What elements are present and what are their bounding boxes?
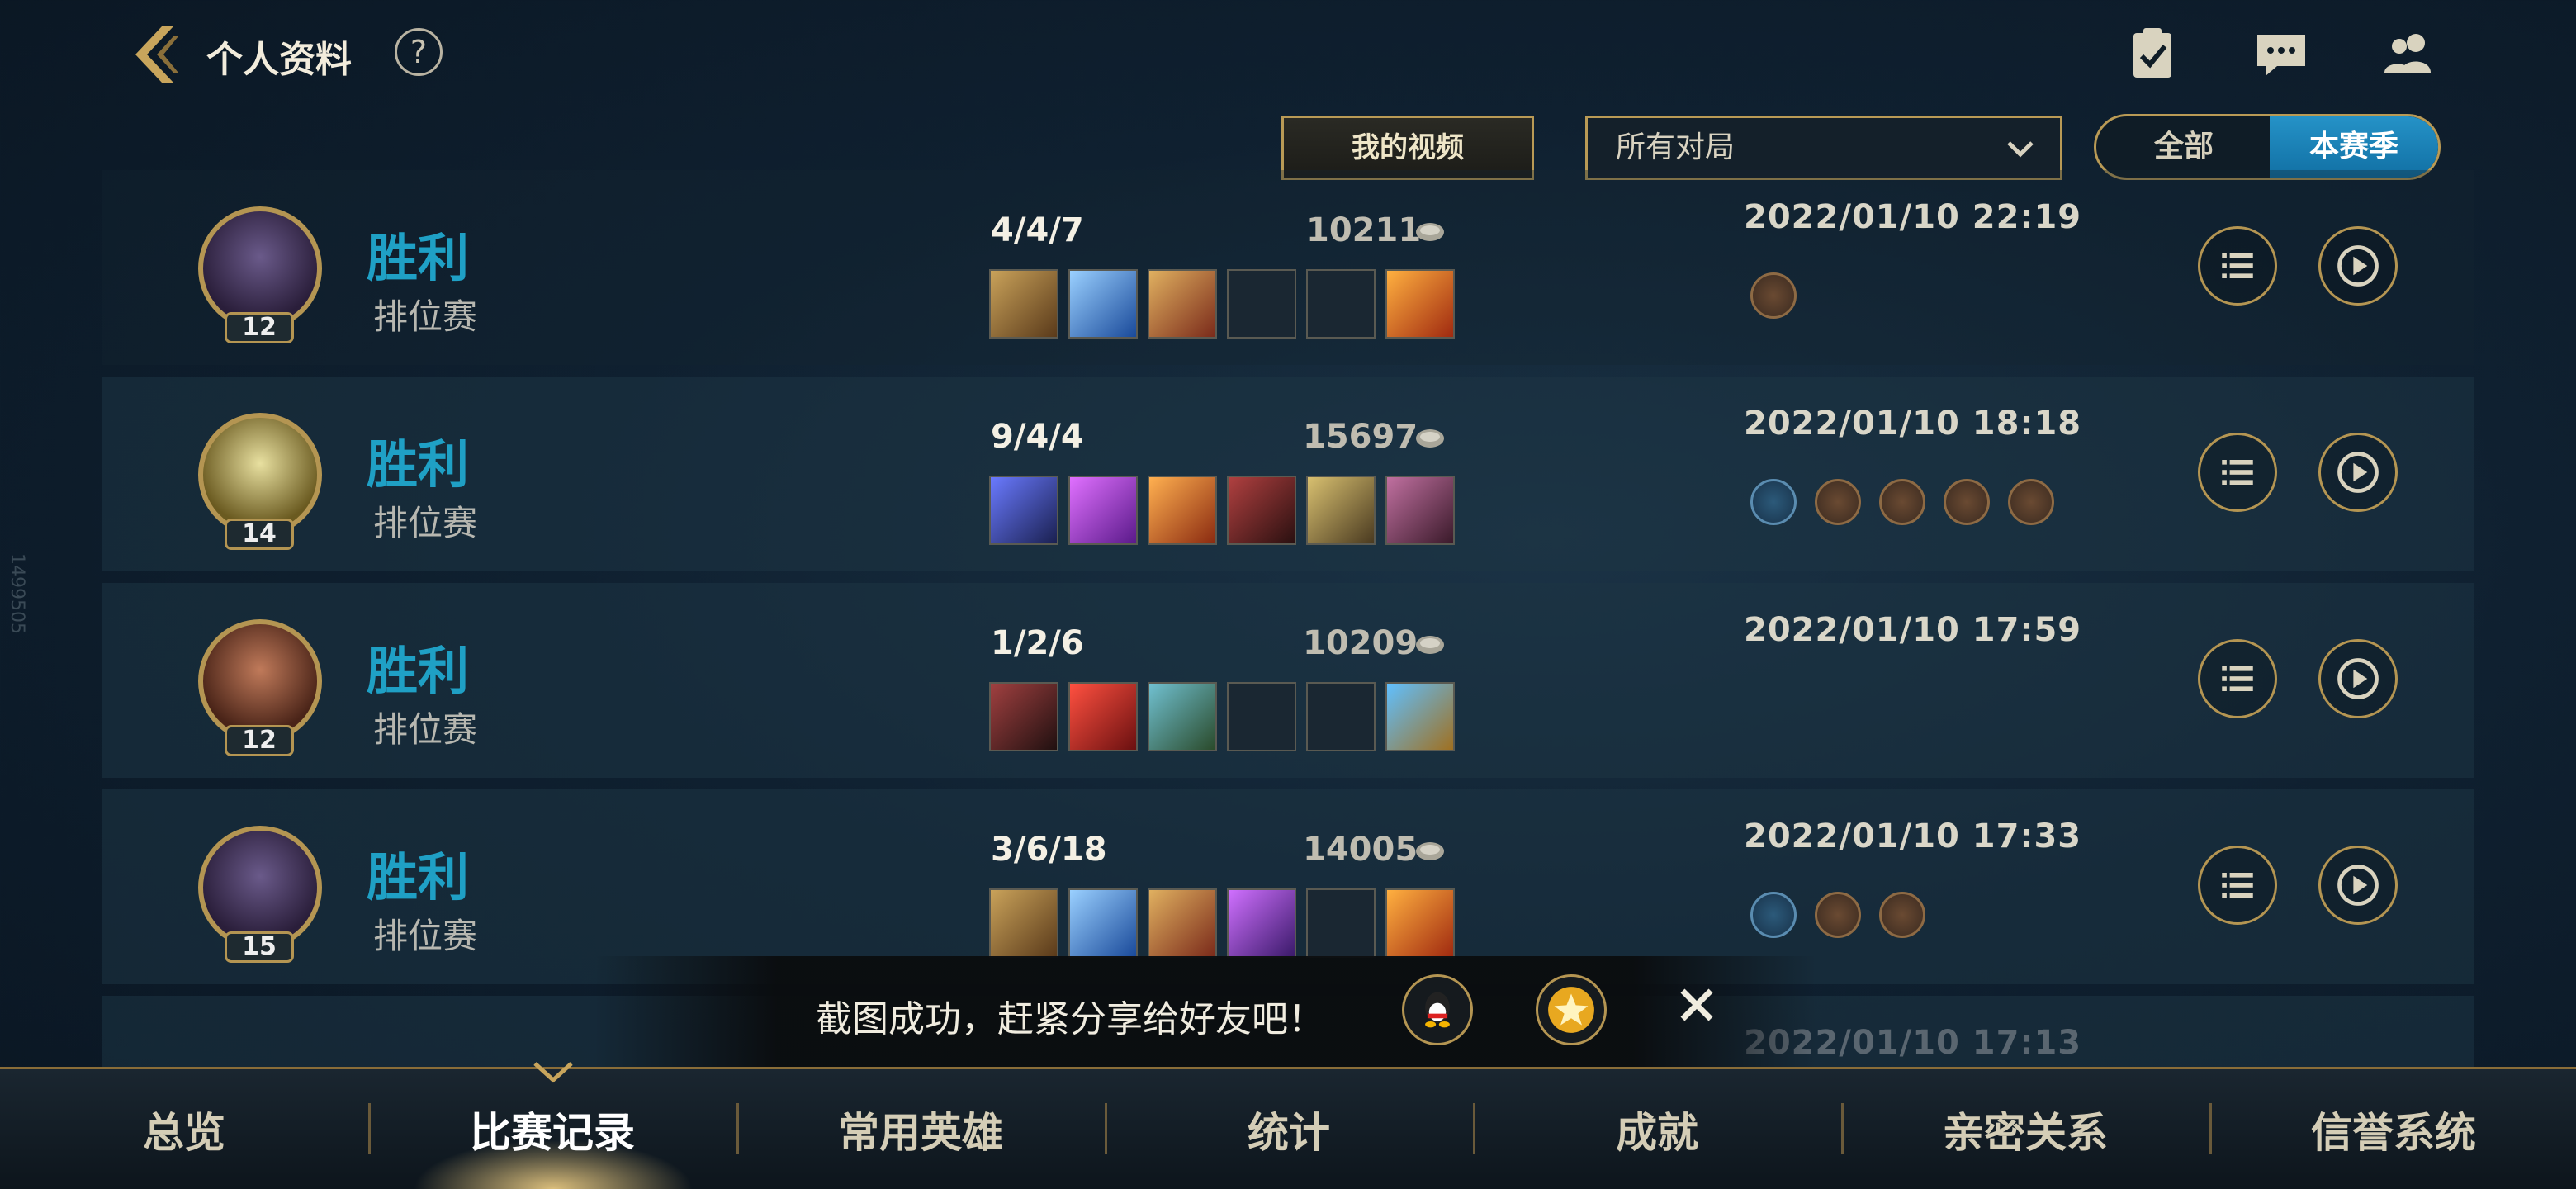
qzone-share-icon[interactable] xyxy=(1536,974,1607,1045)
kda: 9/4/4 xyxy=(991,418,1084,456)
item-slot[interactable] xyxy=(989,682,1058,751)
item-slot[interactable] xyxy=(1068,269,1138,339)
item-slot-empty xyxy=(1306,888,1376,958)
hero-level: 14 xyxy=(225,519,294,550)
item-slot[interactable] xyxy=(1148,476,1217,545)
item-slot[interactable] xyxy=(1306,476,1376,545)
item-slot[interactable] xyxy=(989,269,1058,339)
match-details-button[interactable] xyxy=(2198,639,2277,718)
chevron-down-icon xyxy=(2007,141,2034,158)
gold-coin-icon xyxy=(1416,636,1444,654)
match-mode: 排位赛 xyxy=(373,916,478,956)
match-details-button[interactable] xyxy=(2198,846,2277,925)
page-title: 个人资料 xyxy=(206,39,352,81)
hero-level: 15 xyxy=(225,931,294,963)
gold-amount: 14005 xyxy=(1303,831,1418,869)
item-slot[interactable] xyxy=(1148,269,1217,339)
match-date: 2022/01/10 17:59 xyxy=(1744,611,2082,649)
item-slot[interactable] xyxy=(989,476,1058,545)
gold-coin-icon xyxy=(1416,223,1444,241)
match-date: 2022/01/10 18:18 xyxy=(1744,405,2082,443)
item-slot[interactable] xyxy=(1227,476,1296,545)
trinket-slot[interactable] xyxy=(1385,682,1455,751)
back-arrow-icon[interactable] xyxy=(124,21,190,88)
replay-button[interactable] xyxy=(2318,846,2398,925)
item-slot[interactable] xyxy=(1148,682,1217,751)
kda: 3/6/18 xyxy=(991,831,1107,869)
match-result: 胜利 xyxy=(367,641,470,701)
achievement-badge-icon[interactable] xyxy=(1815,892,1861,938)
gold-coin-icon xyxy=(1416,429,1444,448)
trinket-slot[interactable] xyxy=(1385,888,1455,958)
match-mode: 排位赛 xyxy=(373,709,478,750)
side-watermark: 1499505 xyxy=(7,553,27,634)
task-checklist-icon[interactable] xyxy=(2124,25,2181,83)
dropdown-value: 所有对局 xyxy=(1616,130,1735,164)
item-slot-empty xyxy=(1227,269,1296,339)
item-slot[interactable] xyxy=(1068,476,1138,545)
item-slot[interactable] xyxy=(1148,888,1217,958)
kda: 4/4/7 xyxy=(991,211,1084,249)
achievement-badge-icon[interactable] xyxy=(1879,892,1925,938)
gold-amount: 10209 xyxy=(1303,624,1418,662)
tab-achievements[interactable]: 成就 xyxy=(1473,1067,1841,1189)
item-slot-empty xyxy=(1227,682,1296,751)
tab-credit-system[interactable]: 信誉系统 xyxy=(2209,1067,2576,1189)
qq-share-icon[interactable] xyxy=(1402,974,1473,1045)
mvp-badge-icon[interactable] xyxy=(1750,892,1797,938)
triple-kill-badge-icon[interactable] xyxy=(1750,479,1797,525)
toggle-all[interactable]: 全部 xyxy=(2096,116,2271,178)
item-slot[interactable] xyxy=(1068,682,1138,751)
gold-amount: 15697 xyxy=(1303,418,1418,456)
help-icon[interactable]: ? xyxy=(395,28,443,76)
toast-message: 截图成功，赶紧分享给好友吧！ xyxy=(816,998,1324,1040)
tab-common-heroes[interactable]: 常用英雄 xyxy=(736,1067,1105,1189)
tab-relationships[interactable]: 亲密关系 xyxy=(1841,1067,2209,1189)
gold-coin-icon xyxy=(1416,842,1444,860)
match-result: 胜利 xyxy=(367,847,470,907)
achievement-badge-icon[interactable] xyxy=(2008,479,2054,525)
achievement-badge-icon[interactable] xyxy=(1879,479,1925,525)
match-date: 2022/01/10 17:33 xyxy=(1744,817,2082,855)
trinket-slot[interactable] xyxy=(1385,269,1455,339)
hero-level: 12 xyxy=(225,725,294,756)
match-mode: 排位赛 xyxy=(373,503,478,543)
item-slot-empty xyxy=(1306,269,1376,339)
achievement-badge-icon[interactable] xyxy=(1750,272,1797,319)
achievement-badge-icon[interactable] xyxy=(1815,479,1861,525)
kda: 1/2/6 xyxy=(991,624,1084,662)
friends-icon[interactable] xyxy=(2379,25,2437,83)
trinket-slot[interactable] xyxy=(1385,476,1455,545)
tab-match-history[interactable]: 比赛记录 xyxy=(368,1067,736,1189)
chat-icon[interactable] xyxy=(2252,25,2310,83)
match-mode: 排位赛 xyxy=(373,296,478,337)
hero-level: 12 xyxy=(225,312,294,343)
replay-button[interactable] xyxy=(2318,433,2398,512)
replay-button[interactable] xyxy=(2318,639,2398,718)
tab-overview[interactable]: 总览 xyxy=(0,1067,368,1189)
match-details-button[interactable] xyxy=(2198,226,2277,306)
gold-amount: 10211 xyxy=(1306,211,1422,249)
close-icon[interactable] xyxy=(1676,984,1717,1026)
item-slot[interactable] xyxy=(989,888,1058,958)
match-date: 2022/01/10 22:19 xyxy=(1744,198,2082,236)
match-details-button[interactable] xyxy=(2198,433,2277,512)
tab-statistics[interactable]: 统计 xyxy=(1105,1067,1473,1189)
match-result: 胜利 xyxy=(367,228,470,288)
item-slot[interactable] xyxy=(1068,888,1138,958)
toggle-this-season[interactable]: 本赛季 xyxy=(2270,116,2438,178)
item-slot[interactable] xyxy=(1227,888,1296,958)
item-slot-empty xyxy=(1306,682,1376,751)
match-result: 胜利 xyxy=(367,434,470,495)
replay-button[interactable] xyxy=(2318,226,2398,306)
achievement-badge-icon[interactable] xyxy=(1944,479,1990,525)
